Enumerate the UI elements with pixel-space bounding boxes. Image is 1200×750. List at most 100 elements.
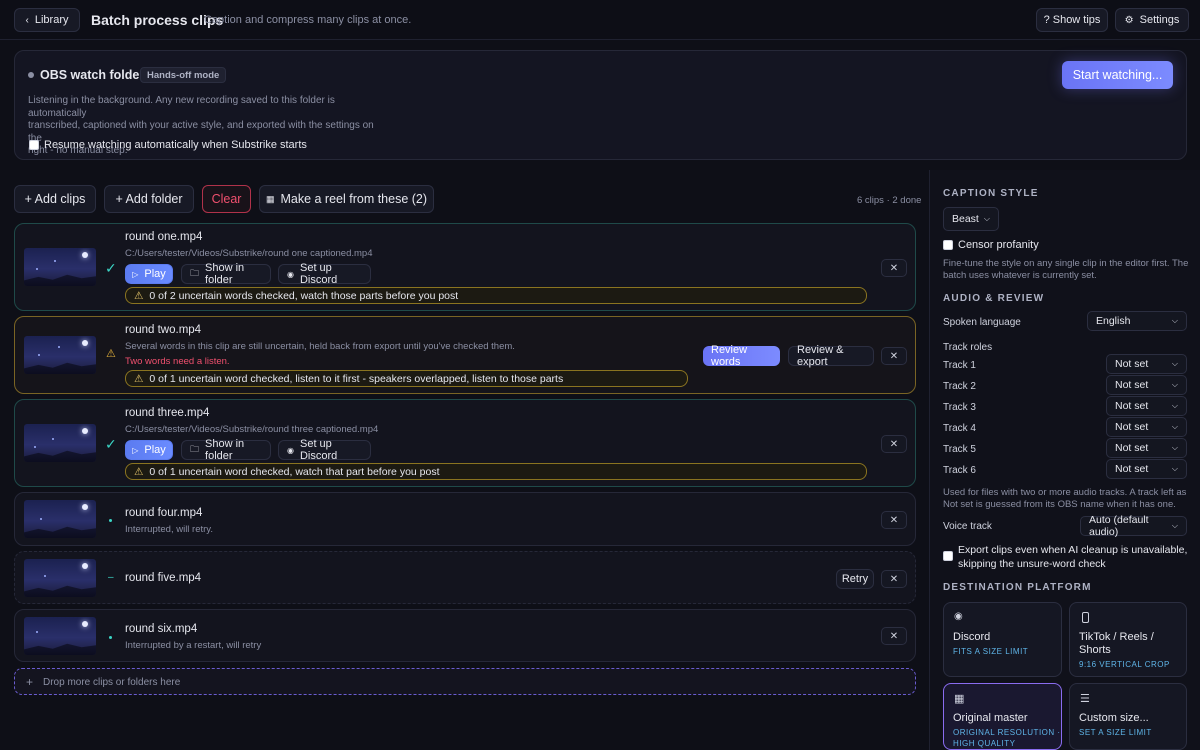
- track-2-select[interactable]: Not set ⌵: [1106, 375, 1187, 395]
- clip-output-path: C:/Users/tester/Videos/Substrike/round t…: [125, 424, 379, 435]
- track-3-select[interactable]: Not set ⌵: [1106, 396, 1187, 416]
- plus-icon: +: [26, 675, 34, 689]
- remove-clip-button[interactable]: ✕: [881, 511, 907, 529]
- track-label: Track 2: [943, 381, 976, 392]
- clip-name: round four.mp4: [125, 507, 203, 519]
- add-clips-button[interactable]: + Add clips: [14, 185, 96, 213]
- top-bar: ‹ Library Batch process clips Caption an…: [0, 0, 1200, 40]
- clip-name: round six.mp4: [125, 623, 198, 635]
- style-note-line-2: batch uses whatever is currently set.: [943, 270, 1097, 281]
- show-in-folder-label: Show in folder: [205, 438, 245, 462]
- warning-text: 0 of 1 uncertain word checked, listen to…: [149, 372, 564, 385]
- page-subtitle: Caption and compress many clips at once.: [204, 14, 412, 26]
- resume-watching-label: Resume watching automatically when Subst…: [44, 139, 307, 151]
- platform-custom-size-card[interactable]: ☰ Custom size... SET A SIZE LIMIT: [1069, 683, 1187, 750]
- drop-zone-label: Drop more clips or folders here: [43, 677, 181, 688]
- track-roles-label: Track roles: [943, 342, 993, 353]
- close-icon: ✕: [889, 438, 899, 450]
- remove-clip-button[interactable]: ✕: [881, 259, 907, 277]
- play-button[interactable]: ▷ Play: [125, 264, 173, 284]
- back-to-library-button[interactable]: ‹ Library: [14, 8, 80, 32]
- track-5-select[interactable]: Not set ⌵: [1106, 438, 1187, 458]
- clip-row: – round five.mp4 Retry ✕: [14, 551, 916, 604]
- close-icon: ✕: [889, 573, 899, 585]
- warning-icon: ⚠: [106, 348, 116, 360]
- uncertain-words-warning[interactable]: ⚠ 0 of 1 uncertain word checked, watch t…: [125, 463, 867, 480]
- chevron-down-icon: ⌵: [1171, 380, 1178, 389]
- clear-button[interactable]: Clear: [202, 185, 251, 213]
- chevron-down-icon: ⌵: [1171, 521, 1178, 530]
- show-tips-button[interactable]: ? Show tips: [1036, 8, 1108, 32]
- settings-button[interactable]: ⚙ Settings: [1115, 8, 1189, 32]
- censor-profanity-checkbox[interactable]: [943, 240, 953, 250]
- clip-output-path: C:/Users/tester/Videos/Substrike/round o…: [125, 248, 373, 259]
- show-in-folder-label: Show in folder: [205, 262, 245, 286]
- retry-label: Retry: [841, 573, 869, 585]
- spoken-language-label: Spoken language: [943, 317, 1021, 328]
- retry-button[interactable]: Retry: [836, 569, 874, 589]
- drop-zone[interactable]: + Drop more clips or folders here: [14, 668, 916, 695]
- hands-off-badge: Hands-off mode: [140, 67, 227, 83]
- play-icon: ▷: [132, 269, 139, 279]
- uncertain-words-warning[interactable]: ⚠ 0 of 1 uncertain word checked, listen …: [125, 370, 688, 387]
- back-label: Library: [34, 14, 69, 26]
- warning-icon: ⚠: [134, 289, 144, 302]
- check-icon: ✓: [105, 436, 117, 452]
- track-4-select[interactable]: Not set ⌵: [1106, 417, 1187, 437]
- track-6-select[interactable]: Not set ⌵: [1106, 459, 1187, 479]
- track-value: Not set: [1115, 358, 1149, 370]
- play-label: Play: [144, 444, 166, 456]
- chevron-down-icon: ⌵: [1171, 422, 1178, 431]
- remove-clip-button[interactable]: ✕: [881, 435, 907, 453]
- warning-icon: ⚠: [134, 372, 144, 385]
- platform-subtitle: SET A SIZE LIMIT: [1079, 728, 1152, 737]
- set-up-discord-button[interactable]: ◉ Set up Discord: [278, 262, 371, 286]
- chevron-down-icon: ⌵: [1171, 401, 1178, 410]
- dash-icon: –: [108, 572, 114, 583]
- show-in-folder-button[interactable]: 🗀 Show in folder: [181, 438, 271, 462]
- tracks-note-line-1: Used for files with two or more audio tr…: [943, 487, 1187, 498]
- warning-icon: ⚠: [134, 465, 144, 478]
- clip-row: ✓ round one.mp4 C:/Users/tester/Videos/S…: [14, 223, 916, 311]
- clip-thumbnail: [24, 617, 96, 655]
- review-export-button[interactable]: Review & export: [788, 344, 874, 368]
- add-folder-label: + Add folder: [115, 192, 183, 206]
- start-watching-button[interactable]: Start watching...: [1062, 61, 1173, 89]
- platform-tiktok-card[interactable]: TikTok / Reels / Shorts 9:16 VERTICAL CR…: [1069, 602, 1187, 677]
- export-without-cleanup-checkbox[interactable]: [943, 551, 953, 561]
- track-1-select[interactable]: Not set ⌵: [1106, 354, 1187, 374]
- clip-thumbnail: [24, 500, 96, 538]
- clip-count: 6 clips · 2 done: [857, 195, 922, 206]
- spoken-language-select[interactable]: English ⌵: [1087, 311, 1187, 331]
- resume-watching-checkbox[interactable]: [29, 140, 39, 150]
- discord-icon: ◉: [287, 269, 294, 279]
- platform-original-master-card[interactable]: ▦ Original master ORIGINAL RESOLUTION · …: [943, 683, 1062, 750]
- remove-clip-button[interactable]: ✕: [881, 347, 907, 365]
- platform-title: TikTok / Reels /: [1079, 631, 1154, 643]
- play-button[interactable]: ▷ Play: [125, 440, 173, 460]
- show-in-folder-button[interactable]: 🗀 Show in folder: [181, 262, 271, 286]
- review-words-button[interactable]: Review words: [703, 344, 780, 368]
- chevron-down-icon: ⌵: [1171, 316, 1178, 325]
- make-reel-button[interactable]: ▦ Make a reel from these (2): [259, 185, 434, 213]
- track-value: Not set: [1115, 442, 1149, 454]
- add-folder-button[interactable]: + Add folder: [104, 185, 194, 213]
- caption-style-select[interactable]: Beast ⌵: [943, 207, 999, 231]
- platform-title: Original master: [953, 712, 1028, 724]
- folder-icon: 🗀: [190, 268, 200, 278]
- remove-clip-button[interactable]: ✕: [881, 570, 907, 588]
- set-up-discord-label: Set up Discord: [299, 438, 338, 462]
- export-label-line-2: skipping the unsure-word check: [958, 557, 1106, 570]
- platform-discord-card[interactable]: ◉ Discord FITS A SIZE LIMIT: [943, 602, 1062, 677]
- clip-thumbnail: [24, 559, 96, 597]
- uncertain-words-warning[interactable]: ⚠ 0 of 2 uncertain words checked, watch …: [125, 287, 867, 304]
- clip-row: ✓ round three.mp4 C:/Users/tester/Videos…: [14, 399, 916, 487]
- voice-track-select[interactable]: Auto (default audio) ⌵: [1080, 514, 1187, 538]
- folder-icon: 🗀: [190, 444, 200, 454]
- review-export-label: Review & export: [797, 344, 844, 368]
- close-icon: ✕: [889, 514, 899, 526]
- make-reel-label: Make a reel from these (2): [280, 192, 428, 206]
- set-up-discord-button[interactable]: ◉ Set up Discord: [278, 438, 371, 462]
- platform-subtitle-line-2: HIGH QUALITY: [953, 739, 1016, 748]
- remove-clip-button[interactable]: ✕: [881, 627, 907, 645]
